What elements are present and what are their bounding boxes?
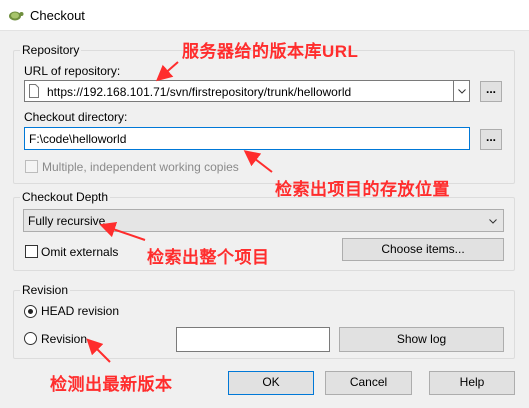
revision-group-label: Revision — [20, 283, 71, 297]
url-label: URL of repository: — [24, 64, 121, 78]
url-value: https://192.168.101.71/svn/firstreposito… — [47, 85, 352, 99]
window-title: Checkout — [30, 8, 85, 23]
checkout-dir-browse-button[interactable]: ... — [480, 129, 502, 150]
head-revision-label: HEAD revision — [41, 304, 120, 318]
revision-radio[interactable] — [24, 332, 37, 345]
depth-selected-value: Fully recursive — [28, 214, 106, 228]
annotation-url: 服务器给的版本库URL — [182, 42, 359, 61]
multiple-copies-checkbox[interactable] — [25, 160, 38, 173]
checkout-dir-input[interactable]: F:\code\helloworld — [24, 127, 470, 150]
show-log-button[interactable]: Show log — [339, 327, 504, 352]
checkout-dir-value: F:\code\helloworld — [29, 132, 127, 146]
annotation-dir: 检索出项目的存放位置 — [275, 180, 450, 199]
revision-number-input[interactable] — [176, 327, 330, 352]
url-browse-button[interactable]: ... — [480, 81, 502, 102]
annotation-revision: 检测出最新版本 — [50, 375, 173, 394]
url-combobox[interactable]: https://192.168.101.71/svn/firstreposito… — [24, 80, 470, 102]
choose-items-button[interactable]: Choose items... — [342, 238, 504, 261]
multiple-copies-label: Multiple, independent working copies — [42, 160, 239, 174]
cancel-button[interactable]: Cancel — [325, 371, 412, 395]
head-revision-radio[interactable] — [24, 305, 37, 318]
ok-button[interactable]: OK — [228, 371, 314, 395]
checkout-depth-group-label: Checkout Depth — [20, 190, 111, 204]
revision-label: Revision — [41, 332, 88, 346]
checkout-dir-label: Checkout directory: — [24, 110, 128, 124]
file-icon — [29, 84, 39, 98]
chevron-down-icon — [458, 89, 466, 94]
omit-externals-checkbox[interactable] — [25, 245, 38, 258]
depth-select[interactable]: Fully recursive — [23, 209, 504, 232]
repository-group-label: Repository — [20, 43, 82, 57]
tortoise-app-icon — [9, 11, 24, 21]
omit-externals-label: Omit externals — [41, 245, 119, 259]
help-button[interactable]: Help — [429, 371, 515, 395]
chevron-down-icon — [489, 219, 497, 224]
url-dropdown-button[interactable] — [453, 81, 469, 101]
annotation-depth: 检索出整个项目 — [147, 248, 270, 267]
